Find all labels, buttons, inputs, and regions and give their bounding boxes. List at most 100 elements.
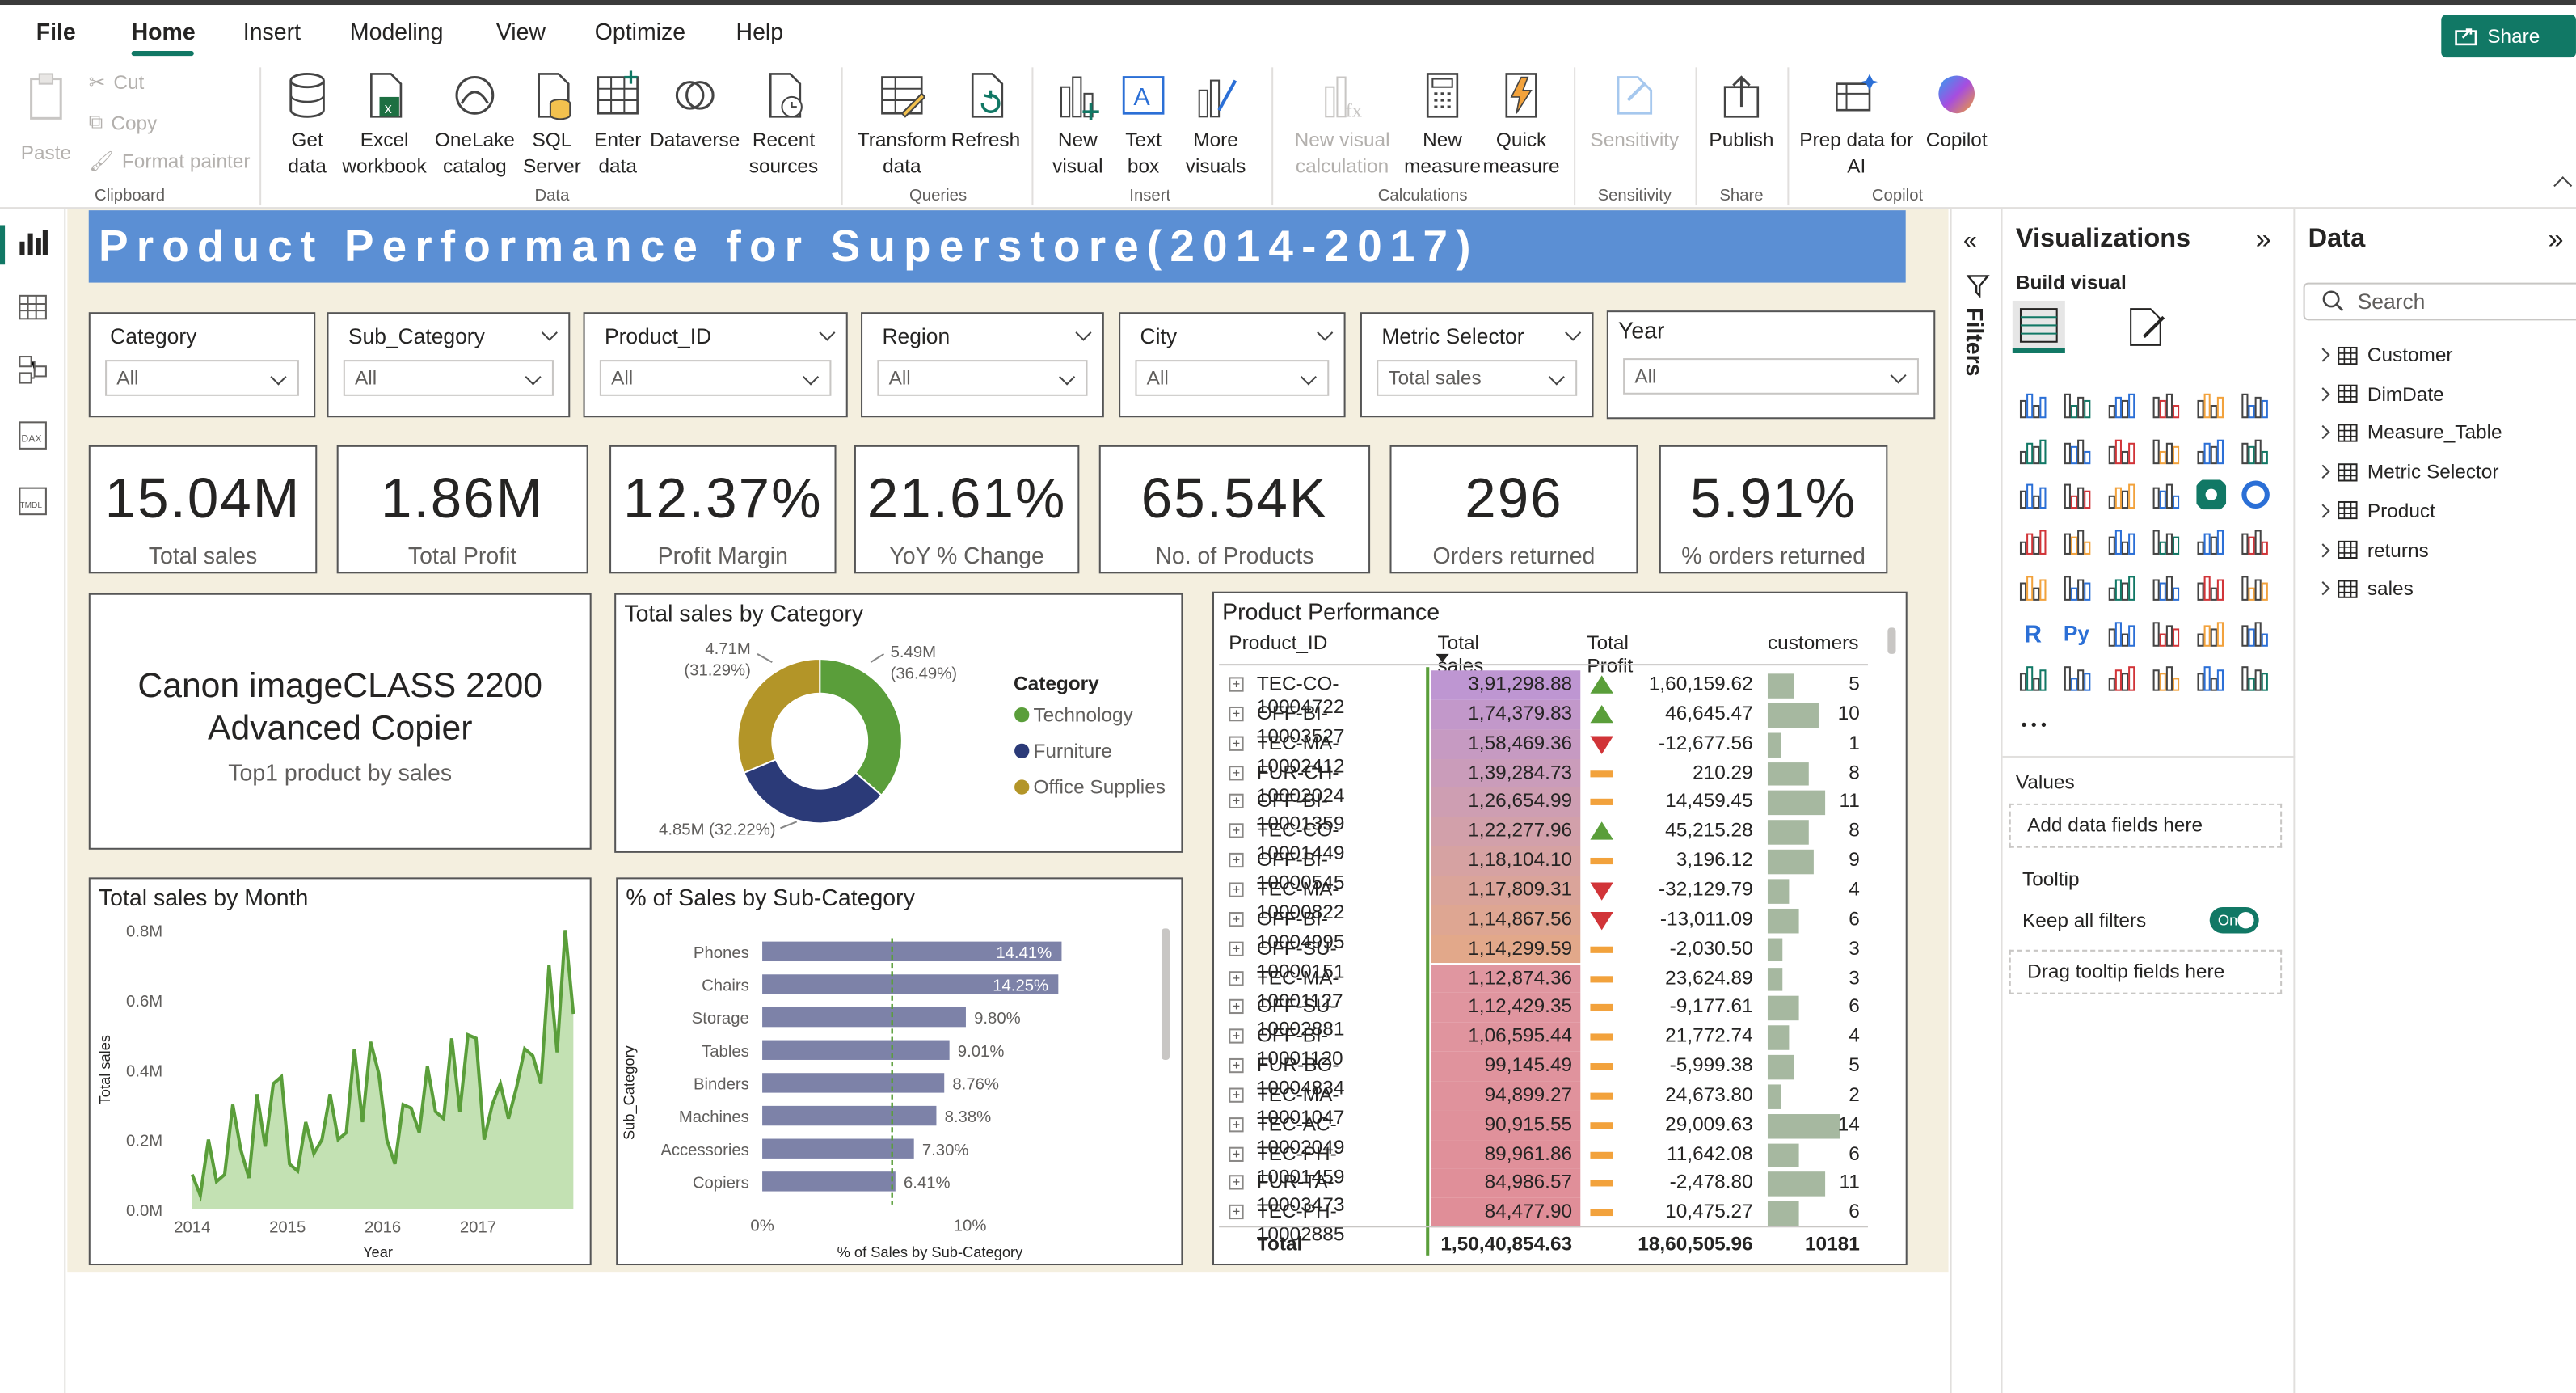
pie-icon[interactable]	[2194, 478, 2229, 513]
paste-button[interactable]: Paste	[13, 70, 78, 166]
matrix-icon[interactable]	[2241, 572, 2270, 602]
slicer-product-id[interactable]: Product_ID All	[583, 312, 848, 418]
expand-row-icon[interactable]: +	[1229, 970, 1244, 986]
table-node-sales[interactable]: sales	[2316, 577, 2414, 600]
funnel-alt-icon[interactable]	[2019, 480, 2049, 510]
gauge-icon[interactable]	[2241, 526, 2270, 556]
decomposition-tree-icon[interactable]	[2152, 617, 2182, 647]
expand-row-icon[interactable]: +	[1229, 1028, 1244, 1045]
slicer-icon[interactable]	[2152, 572, 2182, 602]
values-drop-zone[interactable]: Add data fields here	[2009, 803, 2283, 848]
slicer-dropdown[interactable]: All	[1623, 358, 1919, 395]
power-apps-icon[interactable]	[2108, 662, 2138, 692]
stacked-area-icon[interactable]	[2108, 435, 2138, 465]
column-header-customers[interactable]: customers	[1768, 631, 1859, 653]
more-visuals-button[interactable]: More visuals	[1176, 70, 1255, 179]
more-icon[interactable]	[2019, 708, 2049, 738]
slicer-region[interactable]: Region All	[861, 312, 1104, 418]
expand-row-icon[interactable]: +	[1229, 1117, 1244, 1132]
get-data-button[interactable]: Get data	[272, 70, 341, 179]
chevron-down-icon[interactable]	[1565, 324, 1582, 341]
expand-row-icon[interactable]: +	[1229, 794, 1244, 809]
tab-optimize[interactable]: Optimize	[595, 18, 685, 44]
chevron-right-icon[interactable]	[2316, 464, 2330, 479]
line-chart-card[interactable]: Total sales by Month 0.0M 0.2M 0.4M 0.6M 0.8…	[88, 877, 592, 1266]
onelake-catalog-button[interactable]: OneLake catalog	[431, 70, 520, 179]
table-node-customer[interactable]: Customer	[2316, 344, 2453, 366]
excel-workbook-button[interactable]: x Excel workbook	[342, 70, 428, 179]
tab-modeling[interactable]: Modeling	[350, 18, 444, 44]
expand-row-icon[interactable]: +	[1229, 706, 1244, 721]
tab-home[interactable]: Home	[132, 18, 196, 44]
waterfall-icon[interactable]	[2241, 435, 2270, 465]
chevron-right-icon[interactable]	[2316, 425, 2330, 440]
kpi-icon[interactable]	[2108, 572, 2138, 602]
chevron-down-icon[interactable]	[541, 324, 558, 341]
tmdl-view-icon[interactable]: TMDL	[16, 485, 49, 518]
expand-row-icon[interactable]: +	[1229, 823, 1244, 839]
expand-filters-icon[interactable]: «	[1963, 226, 1977, 255]
bar-chart-card[interactable]: % of Sales by Sub-Category Sub_Category P…	[616, 877, 1183, 1266]
new-visual-button[interactable]: New visual	[1045, 70, 1111, 179]
tab-insert[interactable]: Insert	[243, 18, 301, 44]
table-node-returns[interactable]: returns	[2316, 538, 2429, 561]
sql-server-button[interactable]: SQL Server	[519, 70, 584, 179]
dax-query-view-icon[interactable]: DAX	[16, 419, 49, 452]
treemap-icon[interactable]	[2019, 526, 2049, 556]
enter-data-button[interactable]: Enter data	[585, 70, 651, 179]
column-line-icon[interactable]	[2064, 480, 2093, 510]
copy-button[interactable]: ⧉ Copy	[89, 110, 158, 134]
cut-button[interactable]: ✂ Cut	[89, 70, 145, 93]
power-automate-icon[interactable]	[2152, 662, 2182, 692]
line-column-icon[interactable]	[2152, 435, 2182, 465]
expand-row-icon[interactable]: +	[1229, 911, 1244, 927]
clustered-column-icon[interactable]	[2152, 390, 2182, 420]
map-icon[interactable]	[2064, 526, 2093, 556]
chevron-right-icon[interactable]	[2316, 504, 2330, 518]
quick-measure-button[interactable]: Quick measure	[1482, 70, 1561, 179]
goals-icon[interactable]	[2019, 662, 2049, 692]
tooltip-drop-zone[interactable]: Drag tooltip fields here	[2009, 949, 2283, 994]
donut-chart-card[interactable]: Total sales by Category 5.49M (36.49%) 4.7…	[614, 593, 1183, 853]
fabric-icon[interactable]	[2196, 662, 2226, 692]
expand-row-icon[interactable]: +	[1229, 1058, 1244, 1074]
table-node-dimdate[interactable]: DimDate	[2316, 382, 2444, 405]
table-node-product[interactable]: Product	[2316, 499, 2435, 522]
expand-row-icon[interactable]: +	[1229, 1087, 1244, 1103]
shape-map-icon[interactable]	[2152, 526, 2182, 556]
chevron-right-icon[interactable]	[2316, 386, 2330, 401]
area-icon[interactable]	[2064, 435, 2093, 465]
new-measure-button[interactable]: New measure	[1403, 70, 1482, 179]
table-view-icon[interactable]	[16, 291, 49, 324]
copilot-button[interactable]: Copilot	[1916, 70, 1998, 153]
column-header-product_id[interactable]: Product_ID	[1229, 631, 1327, 653]
collapse-ribbon-icon[interactable]	[2553, 176, 2573, 196]
stacked-bar-icon[interactable]	[2019, 390, 2049, 420]
expand-row-icon[interactable]: +	[1229, 1176, 1244, 1191]
expand-row-icon[interactable]: +	[1229, 1205, 1244, 1220]
chevron-right-icon[interactable]	[2316, 581, 2330, 596]
table-node-measure_table[interactable]: Measure_Table	[2316, 421, 2502, 445]
publish-button[interactable]: Publish	[1705, 70, 1777, 153]
line-icon[interactable]	[2019, 435, 2049, 465]
prep-data-for-ai-button[interactable]: Prep data for AI	[1798, 70, 1916, 179]
transform-data-button[interactable]: Transform data	[854, 70, 950, 179]
smart-narrative-icon[interactable]	[2241, 662, 2270, 692]
slicer-dropdown[interactable]: All	[105, 360, 299, 396]
expand-row-icon[interactable]: +	[1229, 1146, 1244, 1162]
slicer-sub-category[interactable]: Sub_Category All	[327, 312, 571, 418]
multi-row-card-icon[interactable]	[2064, 572, 2093, 602]
expand-row-icon[interactable]: +	[1229, 940, 1244, 956]
tab-help[interactable]: Help	[736, 18, 784, 44]
slicer-dropdown[interactable]: Total sales	[1377, 360, 1578, 396]
funnel-icon[interactable]	[2108, 480, 2138, 510]
expand-row-icon[interactable]: +	[1229, 882, 1244, 897]
100-column-icon[interactable]	[2241, 390, 2270, 420]
slicer-dropdown[interactable]: All	[599, 360, 832, 396]
chevron-down-icon[interactable]	[1075, 324, 1092, 341]
python-visual-icon[interactable]: Py	[2064, 617, 2093, 647]
donut-icon[interactable]	[2241, 480, 2270, 510]
qa-icon[interactable]	[2196, 617, 2226, 647]
chevron-right-icon[interactable]	[2316, 348, 2330, 362]
keep-all-filters-toggle[interactable]: On	[2209, 906, 2259, 934]
